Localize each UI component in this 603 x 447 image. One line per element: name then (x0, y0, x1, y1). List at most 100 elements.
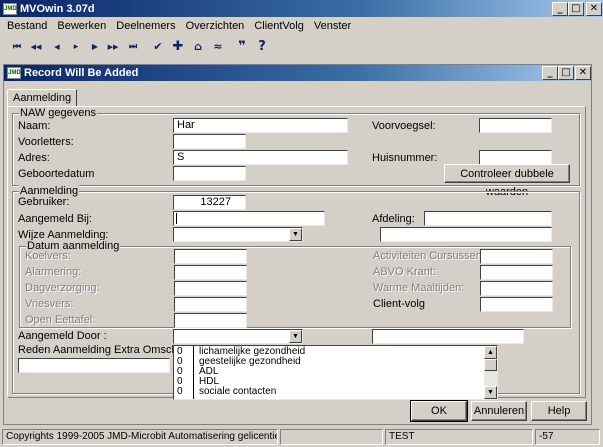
dialog-maximize-button[interactable]: □ (558, 66, 574, 80)
koelvers-field[interactable] (174, 249, 247, 264)
app-icon: JMD (3, 2, 17, 15)
status-code: -57 (535, 429, 600, 445)
afdeling-label: Afdeling: (372, 213, 415, 225)
datum-aanmelding-group: Datum aanmelding Koelvers: Alarmering: D… (19, 240, 571, 328)
huisnummer-field[interactable] (479, 150, 552, 165)
afdeling-field[interactable] (424, 211, 552, 226)
record-dialog: JMD Record Will Be Added _ □ ✕ Aanmeldin… (3, 64, 592, 425)
controleer-button[interactable]: Controleer dubbele waarden (444, 164, 570, 198)
minimize-button[interactable]: _ (552, 2, 568, 16)
adres-label: Adres: (18, 152, 50, 164)
geboortedatum-label: Geboortedatum (18, 168, 95, 180)
aangemeld-door-label: Aangemeld Door : (18, 330, 107, 342)
voorletters-field[interactable] (173, 134, 246, 149)
menu-bar: Bestand Bewerken Deelnemers Overzichten … (0, 17, 603, 35)
app-title: MVOwin 3.07d (20, 2, 95, 15)
voorletters-label: Voorletters: (18, 136, 74, 148)
dialog-minimize-button[interactable]: _ (542, 66, 558, 80)
tab-panel: NAW gegevens Naam: Har Voorletters: Adre… (7, 106, 586, 400)
alarmering-field[interactable] (174, 265, 247, 280)
wijze-aanmelding-select[interactable]: ▼ (173, 227, 303, 242)
scroll-up-icon[interactable]: ▲ (484, 346, 497, 359)
vriesvers-label: Vriesvers: (25, 298, 74, 310)
status-mode: TEST (385, 429, 533, 445)
gebruiker-label: Gebruiker: (18, 196, 70, 208)
maximize-button[interactable]: □ (568, 2, 584, 16)
quote-icon[interactable]: ❞ (233, 39, 251, 55)
close-button[interactable]: ✕ (586, 2, 602, 16)
reden-omschrijving-field[interactable] (18, 358, 170, 373)
huisnummer-label: Huisnummer: (372, 152, 438, 164)
next-record-icon[interactable]: ▶ (86, 39, 104, 55)
activiteiten-cursussen-field[interactable] (480, 249, 553, 264)
koelvers-label: Koelvers: (25, 250, 71, 262)
list-item[interactable]: 0 geestelijke gezondheid (174, 357, 484, 367)
tab-aanmelding[interactable]: Aanmelding (7, 89, 78, 107)
menu-bestand[interactable]: Bestand (0, 20, 52, 32)
menu-overzichten[interactable]: Overzichten (181, 20, 250, 32)
aangemeld-bij-field[interactable] (173, 211, 325, 226)
chevron-down-icon[interactable]: ▼ (289, 330, 302, 343)
reden-listbox[interactable]: 0 lichamelijke gezondheid 0 geestelijke … (173, 345, 498, 400)
ok-button[interactable]: OK (410, 400, 468, 422)
dialog-close-button[interactable]: ✕ (575, 66, 591, 80)
prev-page-icon[interactable]: ◀◀ (27, 39, 45, 55)
next-page-icon[interactable]: ▶▶ (104, 39, 122, 55)
client-volg-field[interactable] (480, 297, 553, 312)
vriesvers-field[interactable] (174, 297, 247, 312)
abvo-krant-field[interactable] (480, 265, 553, 280)
activiteiten-cursussen-label: Activiteiten Cursussen: (373, 250, 485, 262)
adres-field[interactable]: S (173, 150, 348, 165)
menu-clientvolg[interactable]: ClientVolg (249, 20, 309, 32)
dialog-title: Record Will Be Added (24, 67, 139, 79)
voorvoegsel-field[interactable] (479, 118, 552, 133)
warme-maaltijden-field[interactable] (480, 281, 553, 296)
dagverzorging-field[interactable] (174, 281, 247, 296)
wave-icon[interactable]: ≈ (209, 39, 227, 55)
aangemeld-door-extra-field[interactable] (372, 329, 524, 344)
app-title-bar[interactable]: JMD MVOwin 3.07d _ □ ✕ (0, 0, 603, 17)
list-item-label: sociale contacten (199, 386, 277, 397)
open-eettafel-label: Open Eettafel: (25, 314, 96, 326)
check-icon[interactable]: ✔ (149, 39, 167, 55)
reden-scrollbar[interactable]: ▲ ▼ (484, 346, 497, 399)
add-icon[interactable]: ✚ (169, 39, 187, 55)
naw-group: NAW gegevens Naam: Har Voorletters: Adre… (12, 107, 580, 198)
client-volg-label: Client-volg (373, 298, 425, 310)
naam-label: Naam: (18, 120, 51, 132)
voorvoegsel-label: Voorvoegsel: (372, 120, 436, 132)
delete-icon[interactable]: ⌂ (189, 39, 207, 55)
aanmelding-group: Aanmelding Gebruiker: 13227 Aangemeld Bi… (12, 185, 580, 400)
dialog-title-bar[interactable]: JMD Record Will Be Added _ □ ✕ (4, 65, 591, 81)
list-item[interactable]: 0 sociale contacten (174, 387, 484, 397)
text-cursor (176, 213, 177, 224)
dialog-icon: JMD (7, 67, 21, 79)
help-button[interactable]: Help (531, 401, 587, 421)
menu-deelnemers[interactable]: Deelnemers (111, 20, 180, 32)
abvo-krant-label: ABVO Krant: (373, 266, 436, 278)
last-record-icon[interactable]: ⏭ (124, 39, 142, 55)
help-icon[interactable]: ? (253, 39, 271, 55)
aangemeld-door-select[interactable]: ▼ (173, 329, 303, 344)
menu-bewerken[interactable]: Bewerken (52, 20, 111, 32)
chevron-down-icon[interactable]: ▼ (289, 228, 302, 241)
scroll-down-icon[interactable]: ▼ (484, 386, 497, 399)
status-empty (280, 429, 383, 445)
aangemeld-bij-label: Aangemeld Bij: (18, 213, 92, 225)
alarmering-label: Alarmering: (25, 266, 82, 278)
open-eettafel-field[interactable] (174, 313, 247, 328)
scroll-thumb[interactable] (484, 359, 497, 371)
geboortedatum-field[interactable] (173, 166, 246, 181)
prev-record-icon[interactable]: ◀ (48, 39, 66, 55)
wijze-extra-field[interactable] (380, 227, 552, 242)
next-record-small-icon[interactable]: ▸ (67, 39, 85, 55)
naam-field[interactable]: Har (173, 118, 348, 133)
list-item[interactable]: 0 ADL (174, 367, 484, 377)
cancel-button[interactable]: Annuleren (471, 401, 527, 421)
dagverzorging-label: Dagverzorging: (25, 282, 100, 294)
gebruiker-field[interactable]: 13227 (173, 195, 246, 210)
status-copyright: Copyrights 1999-2005 JMD-Microbit Automa… (2, 429, 278, 445)
list-item-count: 0 (177, 386, 183, 397)
first-record-icon[interactable]: ⏮ (8, 39, 26, 55)
menu-venster[interactable]: Venster (309, 20, 356, 32)
